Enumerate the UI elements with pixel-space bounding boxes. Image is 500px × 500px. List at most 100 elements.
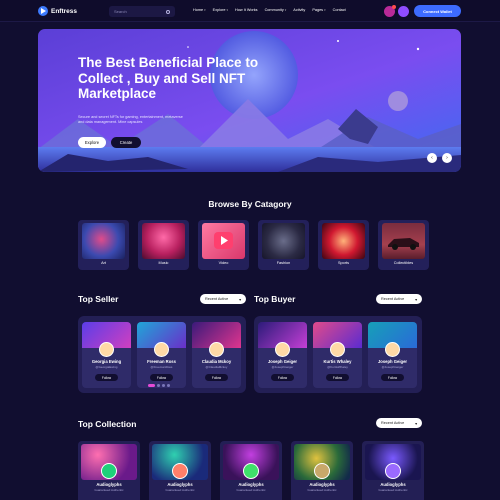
notification-bell-icon[interactable] xyxy=(384,5,396,17)
search-input[interactable]: Search xyxy=(109,6,175,17)
chevron-down-icon: ▾ xyxy=(284,8,287,12)
seller-card[interactable]: Georgia Ewing @GeorgiaEwing Follow xyxy=(82,322,131,388)
category-art[interactable]: Art xyxy=(78,220,129,270)
follow-button[interactable]: Follow xyxy=(150,374,173,381)
category-collectibles-image xyxy=(382,223,425,259)
avatar xyxy=(172,463,188,479)
avatar xyxy=(209,342,224,357)
page: Enftress Search Home▾ Explore▾ How It Wo… xyxy=(0,0,500,500)
seller-card[interactable]: Freeman Ross @FreemanRoss Follow xyxy=(137,322,186,388)
chevron-down-icon: ▾ xyxy=(415,421,417,426)
buyer-name: Joseph Geiger xyxy=(267,359,298,364)
buyer-handle: @KurtisWhaley xyxy=(327,365,348,369)
pagination-dot[interactable] xyxy=(167,384,170,387)
nav-pages[interactable]: Pages▾ xyxy=(312,8,325,12)
avatar xyxy=(99,342,114,357)
category-fashion-image xyxy=(262,223,305,259)
pagination-dot[interactable] xyxy=(162,384,165,387)
category-collectibles[interactable]: Collectibles xyxy=(378,220,429,270)
seller-handle: @GeorgiaEwing xyxy=(95,365,118,369)
nav-contact[interactable]: Contact xyxy=(333,8,346,12)
collection-name: Audioglyphs xyxy=(309,482,335,487)
top-navbar: Enftress Search Home▾ Explore▾ How It Wo… xyxy=(0,0,500,22)
buyer-name: Kurtis Whaley xyxy=(323,359,352,364)
collection-card[interactable]: Audioglyphs Guaranteed Authentic xyxy=(149,441,211,500)
hero-banner: The Best Beneficial Place to Collect , B… xyxy=(38,29,461,172)
top-seller-filter-label: Recent Active xyxy=(205,297,229,301)
collection-card[interactable]: Audioglyphs Guaranteed Authentic xyxy=(220,441,282,500)
avatar xyxy=(275,342,290,357)
category-art-image xyxy=(82,223,125,259)
top-collection-filter-dropdown[interactable]: Recent Active ▾ xyxy=(376,418,422,428)
car-icon xyxy=(388,238,419,250)
create-button[interactable]: Create xyxy=(111,137,141,148)
category-sports[interactable]: Sports xyxy=(318,220,369,270)
seller-name: Freeman Ross xyxy=(147,359,176,364)
nav-activity[interactable]: Activity xyxy=(293,8,305,12)
search-icon[interactable] xyxy=(166,9,170,14)
pagination-dot[interactable] xyxy=(148,384,155,387)
user-avatar-icon[interactable] xyxy=(398,6,409,17)
category-music-image xyxy=(142,223,185,259)
chevron-down-icon: ▾ xyxy=(415,297,417,302)
category-video[interactable]: Video xyxy=(198,220,249,270)
nav-community[interactable]: Community▾ xyxy=(265,8,287,12)
collection-name: Audioglyphs xyxy=(380,482,406,487)
collection-name: Audioglyphs xyxy=(167,482,193,487)
avatar xyxy=(243,463,259,479)
avatar xyxy=(101,463,117,479)
nav-home[interactable]: Home▾ xyxy=(193,8,206,12)
category-label: Video xyxy=(218,261,229,265)
category-fashion[interactable]: Fashion xyxy=(258,220,309,270)
collection-card[interactable]: Audioglyphs Guaranteed Authentic xyxy=(362,441,424,500)
follow-button[interactable]: Follow xyxy=(271,374,294,381)
avatar xyxy=(314,463,330,479)
buyer-card[interactable]: Joseph Geiger @JosephGeiger Follow xyxy=(258,322,307,388)
brand-name: Enftress xyxy=(51,7,78,15)
buyer-name: Joseph Geiger xyxy=(377,359,408,364)
chevron-down-icon: ▾ xyxy=(324,8,326,12)
follow-button[interactable]: Follow xyxy=(205,374,228,381)
top-buyer-title: Top Buyer xyxy=(254,294,296,304)
explore-button[interactable]: Explore xyxy=(78,137,106,148)
seller-handle: @FreemanRoss xyxy=(150,365,173,369)
arrow-left-icon[interactable]: ‹ xyxy=(427,153,437,163)
buyer-card[interactable]: Joseph Geiger @JosephGeiger Follow xyxy=(368,322,417,388)
browse-category-title: Browse By Catagory xyxy=(208,199,292,209)
pagination-dot[interactable] xyxy=(157,384,160,387)
brand-logo[interactable]: Enftress xyxy=(38,6,77,16)
follow-button[interactable]: Follow xyxy=(326,374,349,381)
arrow-right-icon[interactable]: › xyxy=(442,153,452,163)
follow-button[interactable]: Follow xyxy=(95,374,118,381)
seller-handle: @ClaudiaMckoy xyxy=(205,365,228,369)
chevron-down-icon: ▾ xyxy=(204,8,206,12)
collection-card[interactable]: Audioglyphs Guaranteed Authentic xyxy=(78,441,140,500)
collection-name: Audioglyphs xyxy=(238,482,264,487)
collection-list: Audioglyphs Guaranteed Authentic Audiogl… xyxy=(78,441,424,500)
seller-card[interactable]: Claudia Mckoy @ClaudiaMckoy Follow xyxy=(192,322,241,388)
connect-wallet-button[interactable]: Connect Wallet xyxy=(414,5,461,17)
collection-card[interactable]: Audioglyphs Guaranteed Authentic xyxy=(291,441,353,500)
play-icon xyxy=(214,232,233,249)
nav-pages-label: Pages xyxy=(312,8,324,12)
top-buyer-filter-dropdown[interactable]: Recent Active ▾ xyxy=(376,294,422,304)
buyer-card[interactable]: Kurtis Whaley @KurtisWhaley Follow xyxy=(313,322,362,388)
collection-subtitle: Guaranteed Authentic xyxy=(236,488,266,492)
nav-explore-label: Explore xyxy=(212,8,226,12)
buyer-handle: @JosephGeiger xyxy=(381,365,404,369)
nav-how-it-works[interactable]: How It Works xyxy=(235,8,258,12)
category-list: Art Music Video Fashion Sports Collectib… xyxy=(78,220,429,270)
category-label: Fashion xyxy=(276,261,291,265)
search-placeholder: Search xyxy=(114,9,127,14)
top-seller-pagination xyxy=(148,384,170,387)
main-nav: Home▾ Explore▾ How It Works Community▾ A… xyxy=(193,8,346,12)
category-music[interactable]: Music xyxy=(138,220,189,270)
collection-subtitle: Guaranteed Authentic xyxy=(307,488,337,492)
nav-explore[interactable]: Explore▾ xyxy=(213,8,228,12)
category-sports-image xyxy=(322,223,365,259)
top-seller-title: Top Seller xyxy=(78,294,119,304)
follow-button[interactable]: Follow xyxy=(381,374,404,381)
chevron-down-icon: ▾ xyxy=(239,297,241,302)
top-seller-filter-dropdown[interactable]: Recent Active ▾ xyxy=(200,294,246,304)
logo-icon xyxy=(38,6,48,16)
